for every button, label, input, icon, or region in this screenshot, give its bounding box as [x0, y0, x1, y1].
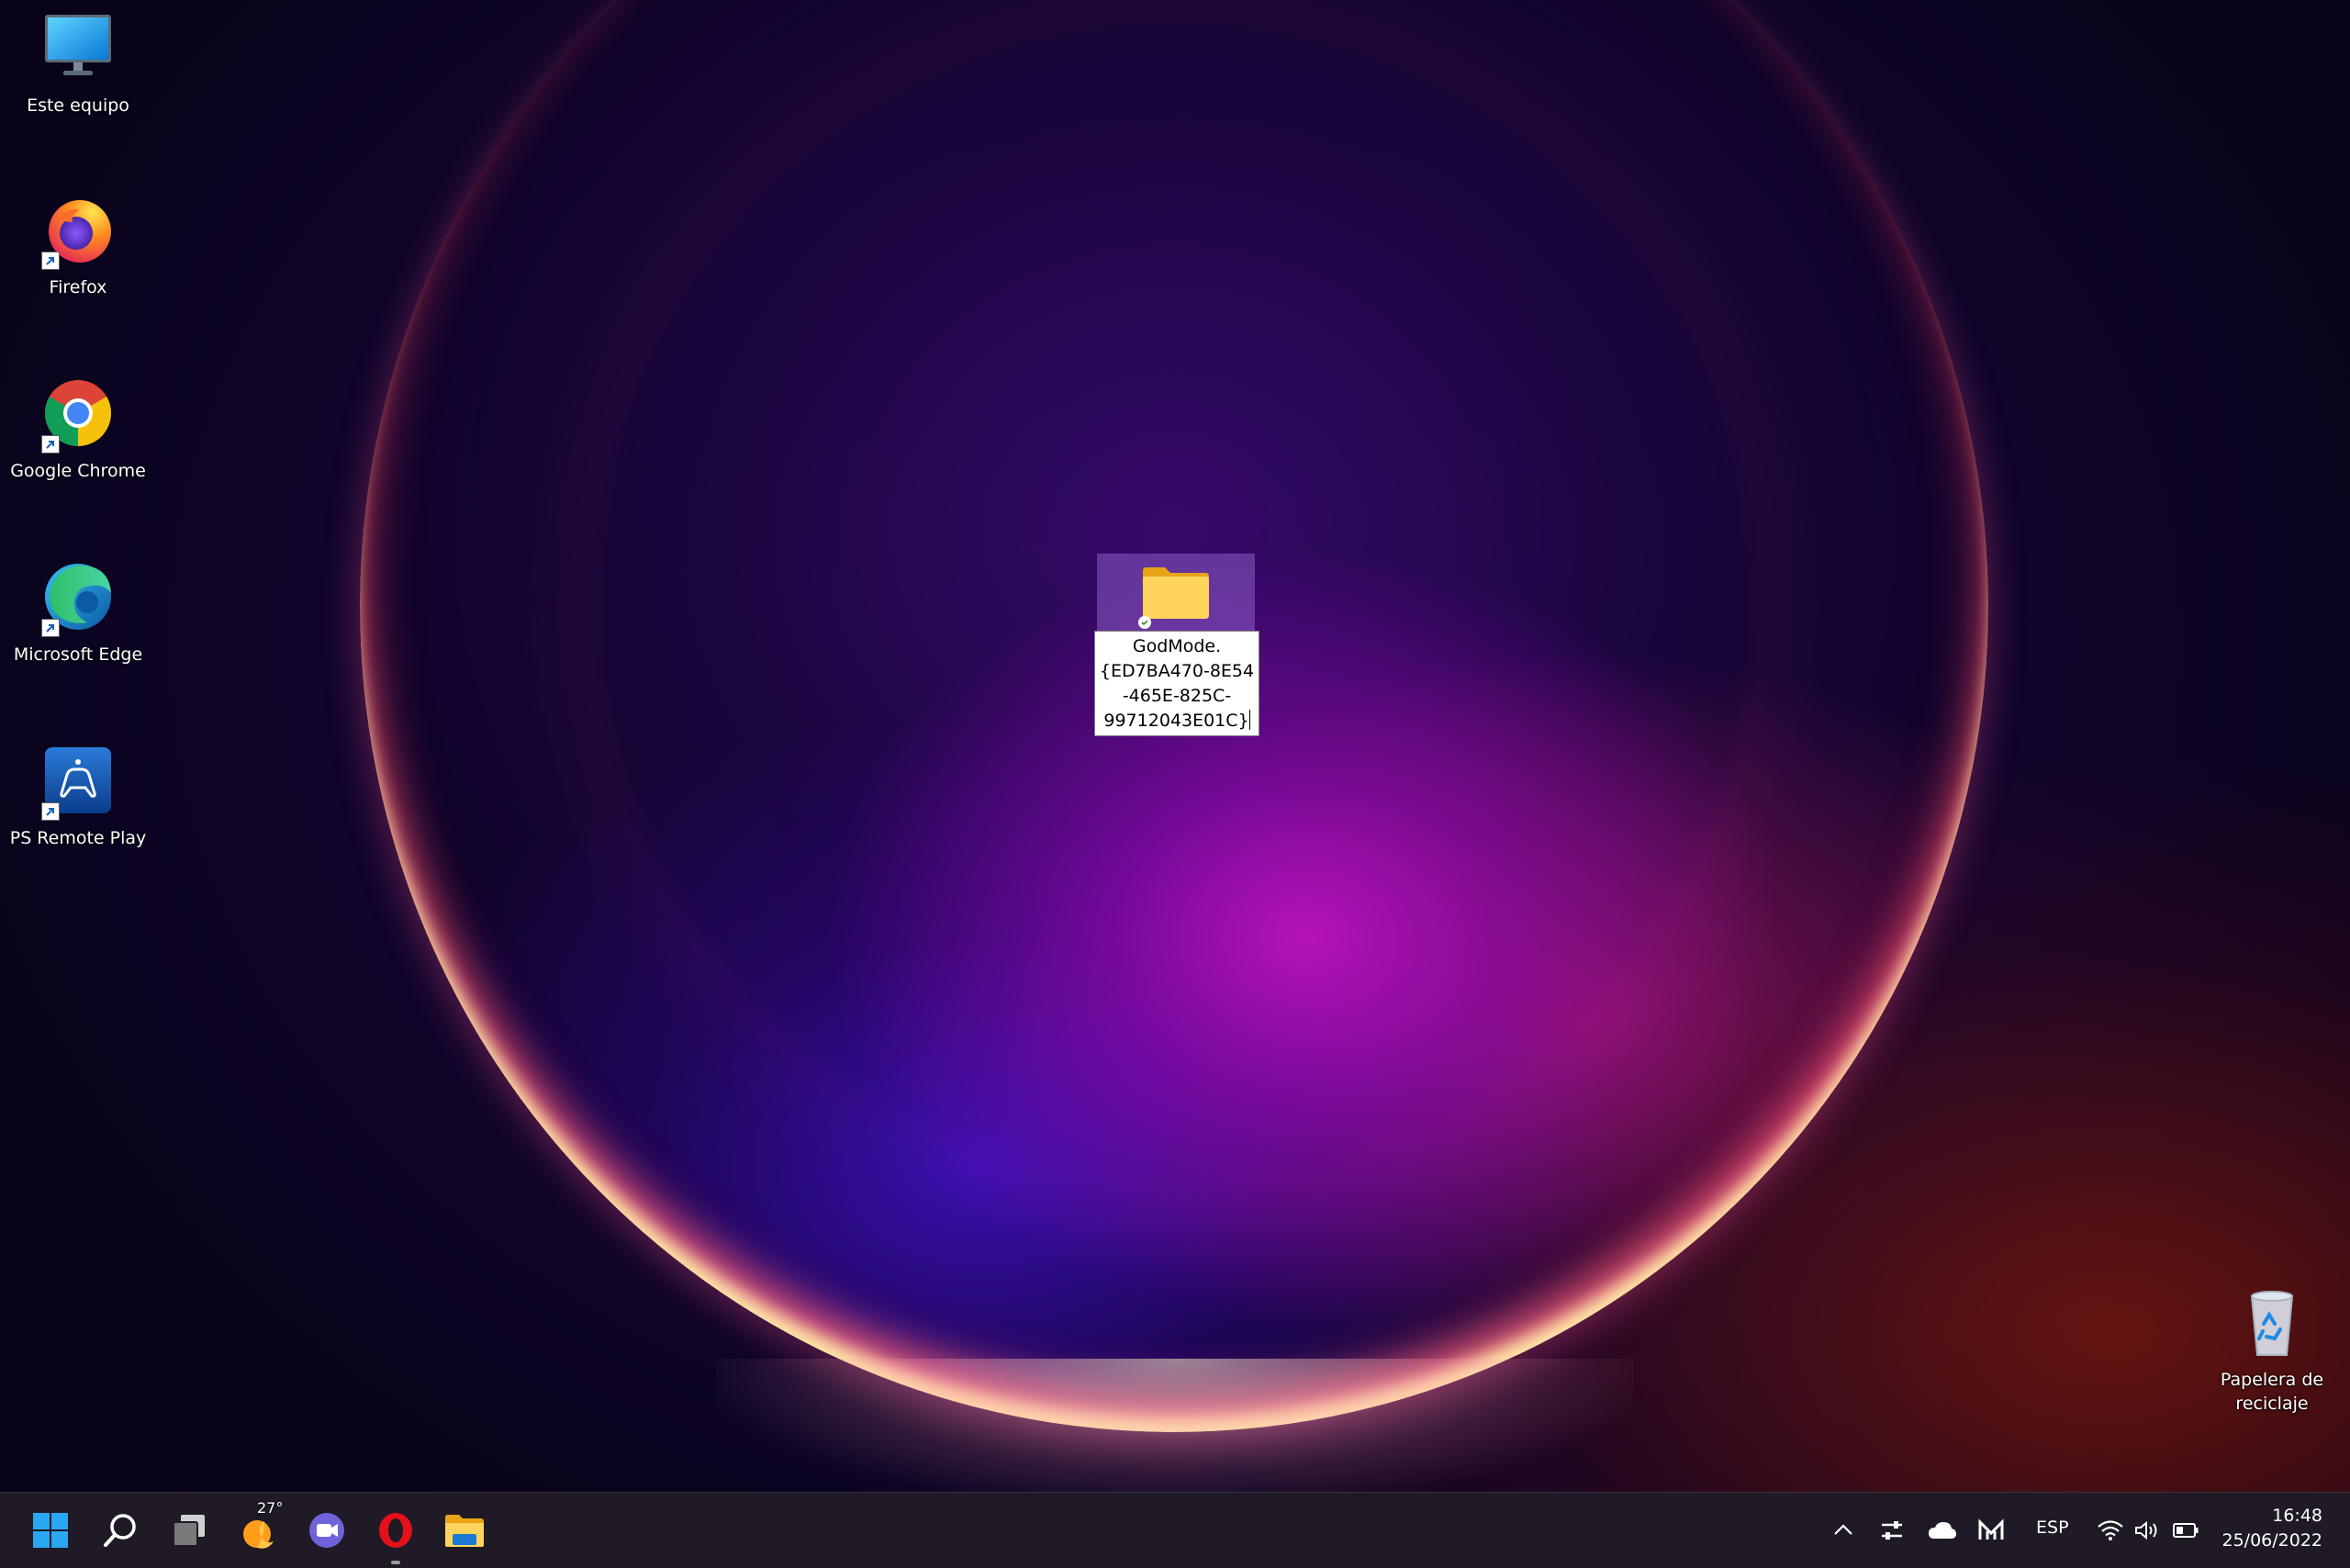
desktop-icon-label: Google Chrome	[10, 461, 146, 481]
recycle-bin-label-line: reciclaje	[2235, 1394, 2309, 1414]
folder-selection-highlight[interactable]	[1097, 554, 1255, 631]
wallpaper-horizon-light	[716, 1359, 1634, 1492]
opera-button[interactable]	[370, 1505, 421, 1564]
taskbar: 27° ESP 16:48 25/06/2022	[0, 1492, 2350, 1568]
edge-icon	[39, 558, 117, 637]
desktop-icon-microsoft-edge[interactable]: Microsoft Edge	[0, 558, 156, 666]
recycle-bin-icon	[2233, 1283, 2311, 1361]
desktop-icon-label: Este equipo	[27, 95, 129, 116]
desktop-icon-label: Firefox	[49, 277, 107, 297]
chevron-up-icon	[1834, 1524, 1852, 1535]
desktop-icon-firefox[interactable]: Firefox	[0, 191, 156, 299]
rename-text-line: 99712043E01C}	[1103, 711, 1249, 731]
meter-icon	[1978, 1518, 2004, 1540]
weather-temperature: 27°	[257, 1499, 284, 1517]
desktop-folder-godmode[interactable]: GodMode. {ED7BA470-8E54 -465E-825C- 9971…	[1094, 554, 1259, 736]
folder-icon	[1143, 567, 1209, 619]
sync-status-icon	[1138, 616, 1151, 629]
desktop-icon-ps-remote-play[interactable]: PS Remote Play	[0, 742, 156, 850]
cloud-icon	[1929, 1522, 1956, 1539]
tray-settings-button[interactable]	[1867, 1505, 1917, 1556]
rename-text-line: {ED7BA470-8E54	[1099, 661, 1255, 681]
sliders-icon	[1882, 1521, 1902, 1540]
search-icon	[104, 1514, 136, 1547]
task-view-button[interactable]	[163, 1505, 215, 1556]
text-caret	[1248, 710, 1250, 730]
shortcut-arrow-icon	[41, 619, 60, 637]
folder-rename-input[interactable]: GodMode. {ED7BA470-8E54 -465E-825C- 9971…	[1094, 631, 1259, 736]
opera-icon	[379, 1513, 412, 1548]
desktop-icon-recycle-bin[interactable]: Papelera de reciclaje	[2194, 1283, 2350, 1416]
shortcut-arrow-icon	[41, 435, 60, 454]
file-explorer-button[interactable]	[439, 1505, 490, 1556]
running-indicator	[391, 1561, 400, 1564]
wifi-icon	[2098, 1520, 2123, 1540]
weather-widget-button[interactable]: 27°	[233, 1499, 285, 1556]
battery-button[interactable]	[2163, 1505, 2209, 1556]
shortcut-arrow-icon	[41, 252, 60, 270]
start-icon	[33, 1513, 68, 1548]
teams-chat-button[interactable]	[301, 1505, 352, 1556]
monitor-icon	[39, 9, 117, 86]
desktop-icon-label: Microsoft Edge	[13, 644, 143, 665]
teams-chat-icon	[309, 1513, 344, 1548]
rename-text-line: GodMode.	[1132, 636, 1222, 656]
input-language-indicator[interactable]: ESP	[2036, 1518, 2069, 1538]
show-hidden-icons-button[interactable]	[1816, 1505, 1871, 1556]
start-button[interactable]	[25, 1505, 76, 1556]
file-explorer-icon	[445, 1515, 484, 1547]
ps-remote-play-icon	[39, 742, 117, 821]
desktop-icon-label: Papelera de reciclaje	[2221, 1368, 2323, 1416]
task-view-icon	[173, 1515, 205, 1547]
desktop-icon-google-chrome[interactable]: Google Chrome	[0, 375, 156, 483]
rename-text-line: -465E-825C-	[1122, 686, 1232, 706]
volume-icon	[2135, 1520, 2157, 1540]
clock-date: 25/06/2022	[2221, 1530, 2322, 1551]
search-button[interactable]	[95, 1505, 146, 1556]
clock[interactable]: 16:48 25/06/2022	[2221, 1504, 2322, 1553]
firefox-icon	[39, 191, 117, 270]
recycle-bin-label-line: Papelera de	[2220, 1370, 2324, 1390]
onedrive-button[interactable]	[1917, 1505, 1968, 1556]
desktop-icon-label: PS Remote Play	[9, 828, 147, 848]
desktop-icon-this-pc[interactable]: Este equipo	[0, 9, 156, 118]
clock-time: 16:48	[2272, 1506, 2322, 1526]
battery-icon	[2173, 1523, 2199, 1538]
shortcut-arrow-icon	[41, 802, 60, 821]
desktop-wallpaper	[0, 0, 2350, 1492]
tray-app-button[interactable]	[1966, 1505, 2016, 1556]
chrome-icon	[39, 375, 117, 454]
